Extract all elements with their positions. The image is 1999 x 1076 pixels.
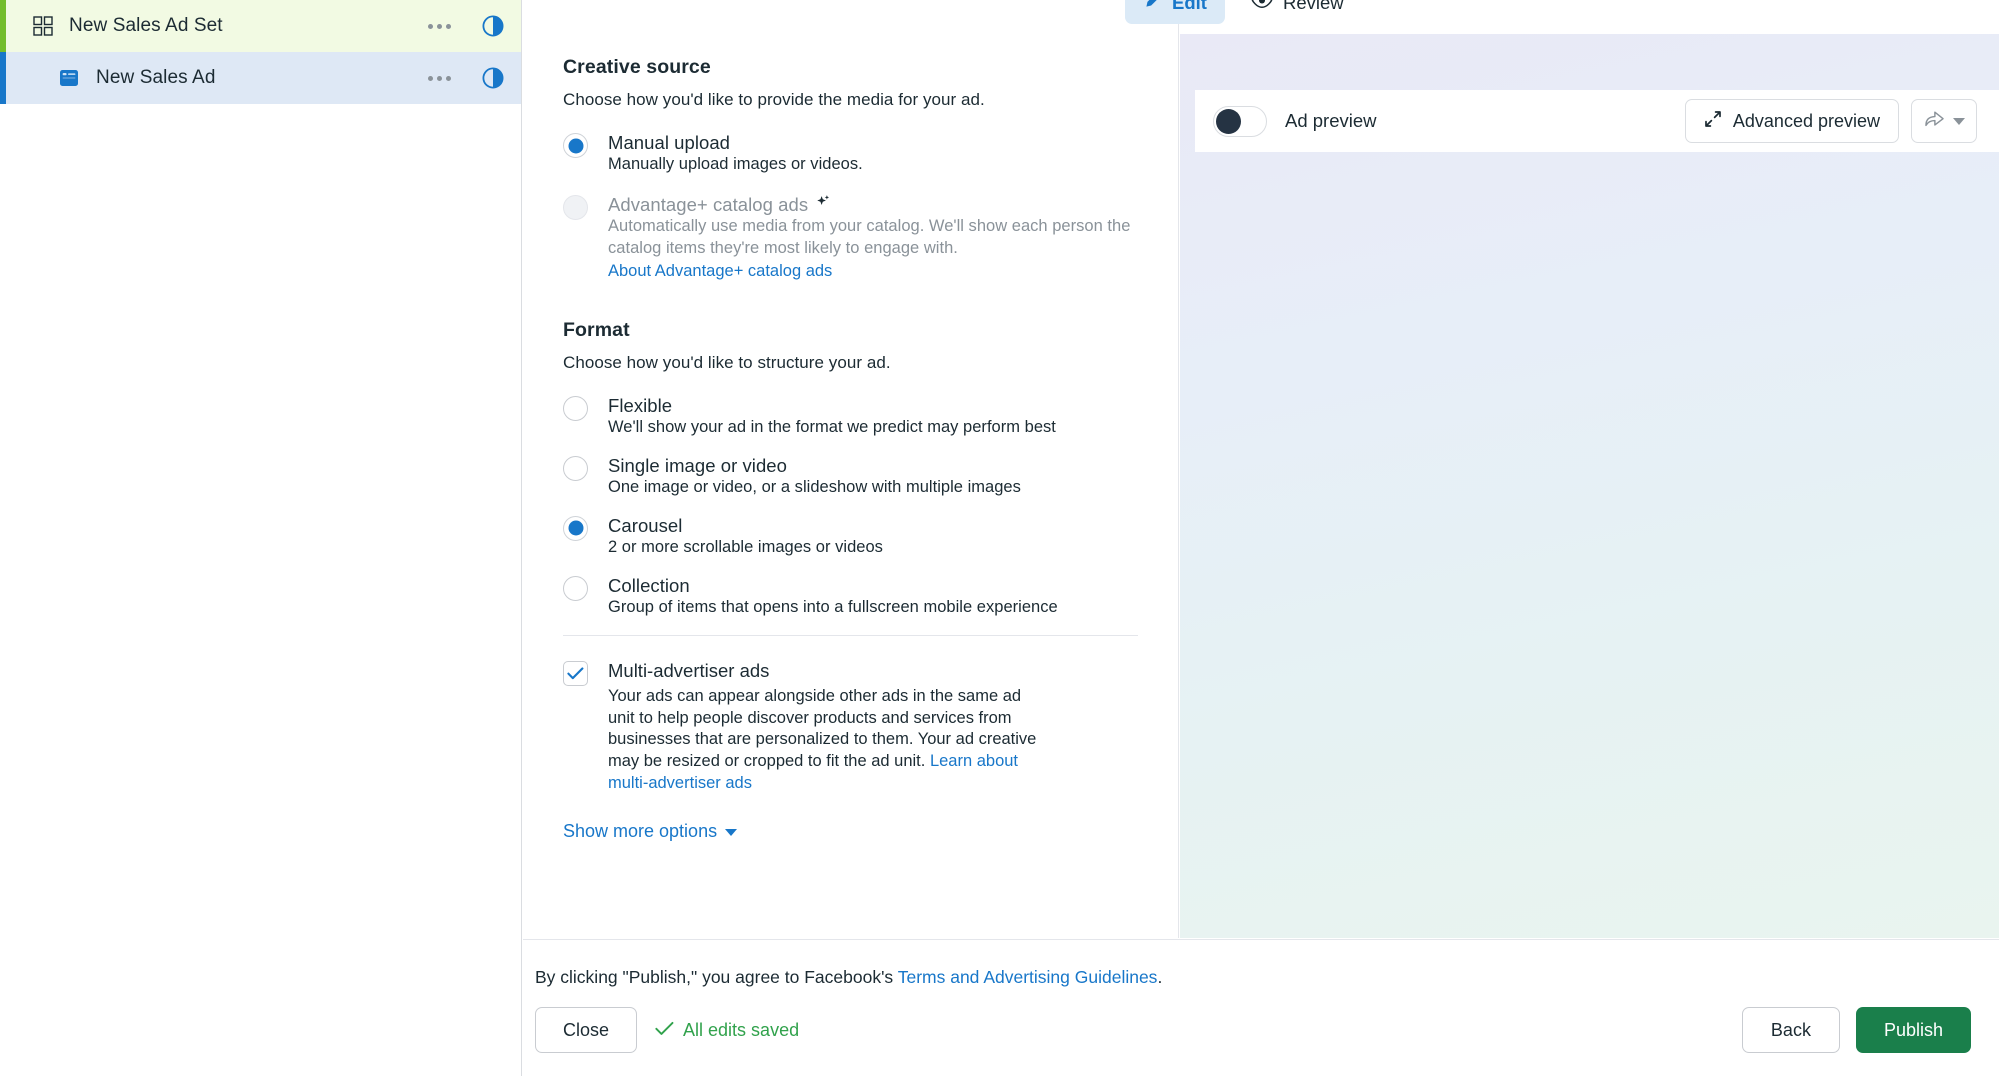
checkbox-multi-advertiser-ads[interactable] (563, 660, 588, 686)
sparkle-icon (815, 194, 832, 216)
footer-right-group: Back Publish (1741, 1007, 1971, 1053)
radio-manual-upload[interactable] (563, 133, 588, 158)
ad-card-icon (56, 68, 82, 88)
radio-advantage-catalog[interactable] (563, 194, 588, 220)
back-button[interactable]: Back (1741, 1007, 1840, 1053)
manual-upload-text: Manual upload Manually upload images or … (608, 132, 863, 176)
carousel-description: 2 or more scrollable images or videos (608, 537, 883, 556)
advanced-preview-label: Advanced preview (1732, 110, 1880, 131)
ad-status-icon (481, 66, 505, 90)
ad-preview-toolbar: Ad preview Advanced preview (1195, 90, 1999, 152)
eye-icon (1251, 0, 1273, 15)
publish-button[interactable]: Publish (1855, 1007, 1971, 1053)
share-preview-button[interactable] (1911, 99, 1977, 143)
save-status: All edits saved (655, 1020, 799, 1041)
ad-preview-toggle[interactable] (1213, 105, 1267, 137)
carousel-text: Carousel 2 or more scrollable images or … (608, 515, 883, 559)
tab-review[interactable]: Review (1233, 0, 1362, 24)
sidebar-item-label: New Sales Ad (96, 67, 216, 88)
close-button[interactable]: Close (535, 1007, 638, 1053)
wizard-footer: By clicking "Publish," you agree to Face… (523, 939, 1999, 1076)
save-status-label: All edits saved (683, 1019, 800, 1040)
manual-upload-description: Manually upload images or videos. (608, 155, 863, 173)
adset-more-options-icon[interactable] (428, 23, 451, 29)
share-arrow-icon (1924, 109, 1945, 133)
advanced-preview-button[interactable]: Advanced preview (1684, 99, 1899, 143)
footer-left-group: Close All edits saved (535, 1007, 799, 1053)
expand-diagonal-icon (1704, 110, 1722, 133)
radio-option-collection[interactable]: Collection Group of items that opens int… (563, 575, 1178, 619)
radio-flexible[interactable] (563, 395, 588, 421)
show-more-options-label: Show more options (563, 821, 718, 842)
radio-option-carousel[interactable]: Carousel 2 or more scrollable images or … (563, 515, 1178, 559)
format-options-list: Flexible We'll show your ad in the forma… (563, 395, 1178, 619)
carousel-label: Carousel (608, 514, 683, 536)
collection-description: Group of items that opens into a fullscr… (608, 597, 1058, 616)
radio-collection[interactable] (563, 575, 588, 601)
flexible-label: Flexible (608, 394, 673, 416)
single-image-label: Single image or video (608, 454, 787, 476)
radio-option-manual-upload[interactable]: Manual upload Manually upload images or … (563, 132, 1178, 176)
radio-carousel[interactable] (563, 515, 588, 541)
advantage-catalog-text: Advantage+ catalog ads Automatically use… (608, 194, 1178, 281)
sidebar-item-ad-set[interactable]: New Sales Ad Set (0, 0, 521, 52)
format-divider (563, 634, 1138, 636)
check-icon (655, 1020, 674, 1041)
show-more-options-button[interactable]: Show more options (563, 821, 738, 842)
sidebar-item-ad[interactable]: New Sales Ad (0, 52, 521, 104)
chevron-down-icon (1952, 117, 1965, 125)
adset-status-icon (481, 14, 505, 38)
ad-more-options-icon[interactable] (428, 75, 451, 81)
terms-text: By clicking "Publish," you agree to Face… (535, 967, 1162, 988)
adset-accent-bar (0, 0, 6, 52)
ad-creation-screen: New Sales Ad Set New Sales Ad Edit Revie… (0, 0, 1999, 1076)
flexible-text: Flexible We'll show your ad in the forma… (608, 395, 1056, 439)
chevron-down-icon (725, 829, 738, 837)
creative-source-subtitle: Choose how you'd like to provide the med… (563, 90, 985, 109)
multi-advertiser-description-block: Your ads can appear alongside other ads … (608, 686, 1038, 796)
creative-source-heading: Creative source (563, 56, 711, 78)
sidebar-item-label: New Sales Ad Set (69, 15, 223, 36)
radio-option-single-image-or-video[interactable]: Single image or video One image or video… (563, 455, 1178, 499)
toggle-knob (1216, 108, 1241, 134)
advantage-catalog-label: Advantage+ catalog ads (608, 193, 809, 215)
tab-edit-label: Edit (1172, 0, 1207, 13)
ad-accent-bar (0, 52, 6, 104)
radio-option-flexible[interactable]: Flexible We'll show your ad in the forma… (563, 395, 1178, 439)
flexible-description: We'll show your ad in the format we pred… (608, 417, 1056, 436)
editor-tabs: Edit Review (1125, 0, 1362, 24)
campaign-navigation-sidebar: New Sales Ad Set New Sales Ad (0, 0, 522, 1076)
terms-and-advertising-guidelines-link[interactable]: Terms and Advertising Guidelines (898, 967, 1158, 987)
ad-creative-form-panel: Creative source Choose how you'd like to… (523, 0, 1179, 938)
single-image-description: One image or video, or a slideshow with … (608, 477, 1021, 496)
tab-review-label: Review (1282, 0, 1344, 13)
multi-advertiser-ads-row[interactable]: Multi-advertiser ads Your ads can appear… (563, 660, 1178, 796)
collection-label: Collection (608, 574, 690, 596)
single-image-text: Single image or video One image or video… (608, 455, 1021, 499)
multi-advertiser-text: Multi-advertiser ads Your ads can appear… (608, 660, 1038, 796)
about-advantage-catalog-link[interactable]: About Advantage+ catalog ads (608, 262, 832, 281)
terms-prefix: By clicking "Publish," you agree to Face… (535, 967, 898, 987)
pencil-icon (1143, 0, 1162, 15)
format-heading: Format (563, 318, 630, 341)
radio-option-advantage-catalog[interactable]: Advantage+ catalog ads Automatically use… (563, 194, 1178, 281)
collection-text: Collection Group of items that opens int… (608, 575, 1058, 619)
radio-single-image-or-video[interactable] (563, 455, 588, 481)
multi-advertiser-label: Multi-advertiser ads (608, 659, 770, 681)
terms-suffix: . (1157, 967, 1163, 987)
manual-upload-label: Manual upload (608, 132, 731, 153)
advantage-catalog-description: Automatically use media from your catalo… (608, 216, 1131, 257)
check-icon (567, 666, 584, 679)
ad-preview-toggle-label: Ad preview (1285, 110, 1377, 131)
grid-icon (30, 16, 56, 36)
format-subtitle: Choose how you'd like to structure your … (563, 352, 891, 372)
tab-edit[interactable]: Edit (1125, 0, 1225, 24)
ad-preview-panel: Ad preview Advanced preview (1180, 34, 1999, 938)
advantage-catalog-label-row: Advantage+ catalog ads (608, 194, 1178, 216)
